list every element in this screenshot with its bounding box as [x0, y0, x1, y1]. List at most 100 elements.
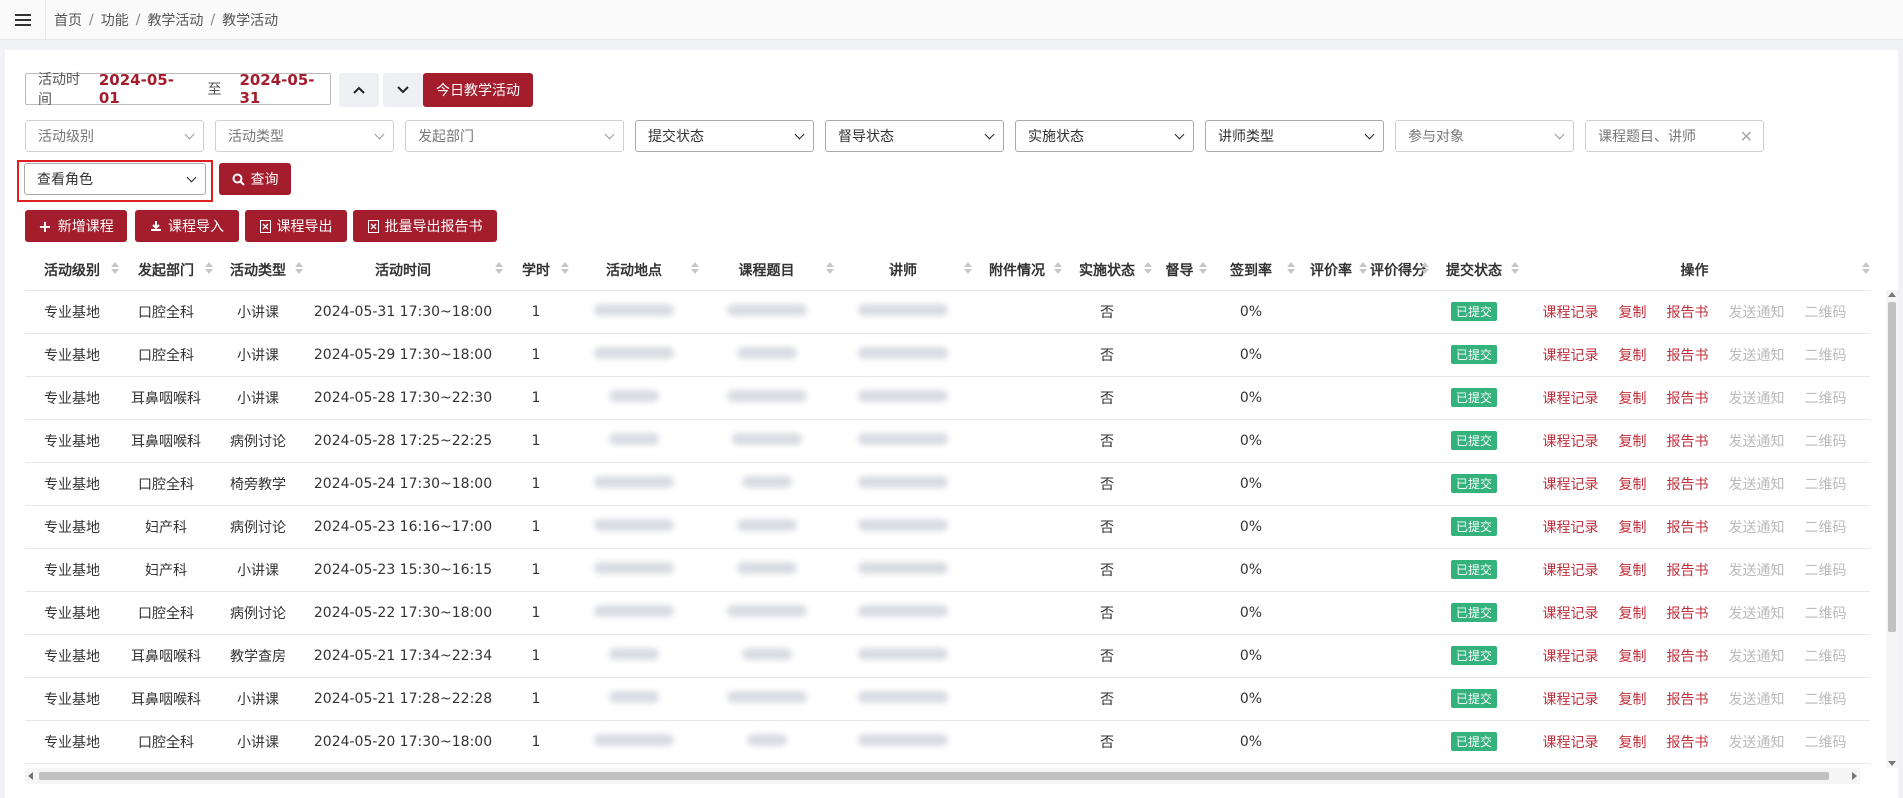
role-select[interactable]: 查看角色: [24, 163, 206, 195]
qrcode-link[interactable]: 二维码: [1805, 348, 1847, 364]
column-header[interactable]: 讲师: [834, 250, 972, 291]
send-notify-link[interactable]: 发送通知: [1729, 735, 1785, 751]
column-header[interactable]: 签到率: [1207, 250, 1295, 291]
table-row[interactable]: 专业基地 耳鼻咽喉科 教学查房 2024-05-21 17:34~22:34 1 否 0% 已…: [25, 634, 1870, 678]
course-record-link[interactable]: 课程记录: [1543, 692, 1599, 708]
report-link[interactable]: 报告书: [1667, 606, 1709, 622]
report-link[interactable]: 报告书: [1667, 348, 1709, 364]
scroll-down-icon[interactable]: [1888, 761, 1896, 766]
column-header[interactable]: 活动时间: [303, 250, 503, 291]
course-record-link[interactable]: 课程记录: [1543, 606, 1599, 622]
column-header[interactable]: 操作: [1519, 250, 1870, 291]
next-month-button[interactable]: [383, 73, 423, 107]
send-notify-link[interactable]: 发送通知: [1729, 649, 1785, 665]
table-row[interactable]: 专业基地 妇产科 小讲课 2024-05-23 15:30~16:15 1 否 0% 已提交 课…: [25, 548, 1870, 592]
filter-target[interactable]: 参与对象: [1395, 120, 1574, 152]
course-record-link[interactable]: 课程记录: [1543, 305, 1599, 321]
scroll-up-icon[interactable]: [1888, 292, 1896, 297]
column-header[interactable]: 学时: [503, 250, 569, 291]
report-link[interactable]: 报告书: [1667, 649, 1709, 665]
course-record-link[interactable]: 课程记录: [1543, 434, 1599, 450]
copy-link[interactable]: 复制: [1619, 434, 1647, 450]
horizontal-scroll-thumb[interactable]: [39, 772, 1829, 780]
report-link[interactable]: 报告书: [1667, 305, 1709, 321]
report-link[interactable]: 报告书: [1667, 735, 1709, 751]
table-row[interactable]: 专业基地 口腔全科 小讲课 2024-05-29 17:30~18:00 1 否 0% 已提交…: [25, 333, 1870, 377]
import-course-button[interactable]: 课程导入: [135, 210, 239, 242]
column-header[interactable]: 督导: [1152, 250, 1207, 291]
qrcode-link[interactable]: 二维码: [1805, 563, 1847, 579]
filter-submit-status[interactable]: 提交状态: [635, 120, 814, 152]
table-row[interactable]: 专业基地 口腔全科 病例讨论 2024-05-22 17:30~18:00 1 否 0% 已提…: [25, 591, 1870, 635]
column-header[interactable]: 实施状态: [1062, 250, 1152, 291]
send-notify-link[interactable]: 发送通知: [1729, 563, 1785, 579]
vertical-scrollbar[interactable]: [1886, 290, 1898, 768]
column-header[interactable]: 评价得分: [1367, 250, 1429, 291]
filter-teacher-type[interactable]: 讲师类型: [1205, 120, 1384, 152]
vertical-scroll-thumb[interactable]: [1888, 302, 1896, 632]
filter-activity-type[interactable]: 活动类型: [215, 120, 394, 152]
filter-department[interactable]: 发起部门: [405, 120, 624, 152]
report-link[interactable]: 报告书: [1667, 563, 1709, 579]
date-start[interactable]: 2024-05-01: [99, 71, 190, 107]
table-row[interactable]: 专业基地 耳鼻咽喉科 病例讨论 2024-05-28 17:25~22:25 1 否 0% 已…: [25, 419, 1870, 463]
column-header[interactable]: 提交状态: [1429, 250, 1519, 291]
column-header[interactable]: 课程题目: [699, 250, 834, 291]
send-notify-link[interactable]: 发送通知: [1729, 305, 1785, 321]
copy-link[interactable]: 复制: [1619, 305, 1647, 321]
send-notify-link[interactable]: 发送通知: [1729, 391, 1785, 407]
today-activity-button[interactable]: 今日教学活动: [423, 73, 533, 107]
copy-link[interactable]: 复制: [1619, 606, 1647, 622]
prev-month-button[interactable]: [339, 73, 379, 107]
copy-link[interactable]: 复制: [1619, 649, 1647, 665]
copy-link[interactable]: 复制: [1619, 391, 1647, 407]
filter-implement-status[interactable]: 实施状态: [1015, 120, 1194, 152]
table-row[interactable]: 专业基地 妇产科 病例讨论 2024-05-23 16:16~17:00 1 否 0% 已提交…: [25, 505, 1870, 549]
column-header[interactable]: 发起部门: [119, 250, 213, 291]
report-link[interactable]: 报告书: [1667, 692, 1709, 708]
qrcode-link[interactable]: 二维码: [1805, 520, 1847, 536]
send-notify-link[interactable]: 发送通知: [1729, 692, 1785, 708]
filter-supervise-status[interactable]: 督导状态: [825, 120, 1004, 152]
table-row[interactable]: 专业基地 耳鼻咽喉科 小讲课 2024-05-21 17:28~22:28 1 否 0% 已提…: [25, 677, 1870, 721]
course-record-link[interactable]: 课程记录: [1543, 649, 1599, 665]
course-record-link[interactable]: 课程记录: [1543, 477, 1599, 493]
table-row[interactable]: 专业基地 口腔全科 小讲课 2024-05-20 17:30~18:00 1 否 0% 已提交…: [25, 720, 1870, 764]
report-link[interactable]: 报告书: [1667, 477, 1709, 493]
breadcrumb-teaching[interactable]: 教学活动: [147, 10, 203, 30]
copy-link[interactable]: 复制: [1619, 520, 1647, 536]
query-button[interactable]: 查询: [219, 163, 291, 195]
send-notify-link[interactable]: 发送通知: [1729, 606, 1785, 622]
clear-icon[interactable]: ✕: [1740, 127, 1753, 146]
send-notify-link[interactable]: 发送通知: [1729, 477, 1785, 493]
report-link[interactable]: 报告书: [1667, 520, 1709, 536]
qrcode-link[interactable]: 二维码: [1805, 477, 1847, 493]
send-notify-link[interactable]: 发送通知: [1729, 348, 1785, 364]
qrcode-link[interactable]: 二维码: [1805, 649, 1847, 665]
batch-export-report-button[interactable]: 批量导出报告书: [353, 210, 497, 242]
report-link[interactable]: 报告书: [1667, 434, 1709, 450]
copy-link[interactable]: 复制: [1619, 563, 1647, 579]
course-record-link[interactable]: 课程记录: [1543, 348, 1599, 364]
table-row[interactable]: 专业基地 口腔全科 椅旁教学 2024-05-24 17:30~18:00 1 否 0% 已提…: [25, 462, 1870, 506]
course-record-link[interactable]: 课程记录: [1543, 563, 1599, 579]
breadcrumb-function[interactable]: 功能: [101, 10, 129, 30]
scroll-left-icon[interactable]: [28, 772, 33, 780]
date-end[interactable]: 2024-05-31: [239, 71, 330, 107]
send-notify-link[interactable]: 发送通知: [1729, 520, 1785, 536]
copy-link[interactable]: 复制: [1619, 348, 1647, 364]
qrcode-link[interactable]: 二维码: [1805, 735, 1847, 751]
column-header[interactable]: 评价率: [1295, 250, 1367, 291]
menu-toggle-icon[interactable]: [0, 0, 46, 40]
column-header[interactable]: 活动级别: [25, 250, 119, 291]
course-record-link[interactable]: 课程记录: [1543, 735, 1599, 751]
table-row[interactable]: 专业基地 耳鼻咽喉科 小讲课 2024-05-28 17:30~22:30 1 否 0% 已提…: [25, 376, 1870, 420]
scroll-right-icon[interactable]: [1852, 772, 1857, 780]
qrcode-link[interactable]: 二维码: [1805, 692, 1847, 708]
course-record-link[interactable]: 课程记录: [1543, 391, 1599, 407]
export-course-button[interactable]: 课程导出: [245, 210, 347, 242]
column-header[interactable]: 附件情况: [972, 250, 1062, 291]
copy-link[interactable]: 复制: [1619, 477, 1647, 493]
horizontal-scrollbar[interactable]: [25, 768, 1860, 784]
qrcode-link[interactable]: 二维码: [1805, 434, 1847, 450]
